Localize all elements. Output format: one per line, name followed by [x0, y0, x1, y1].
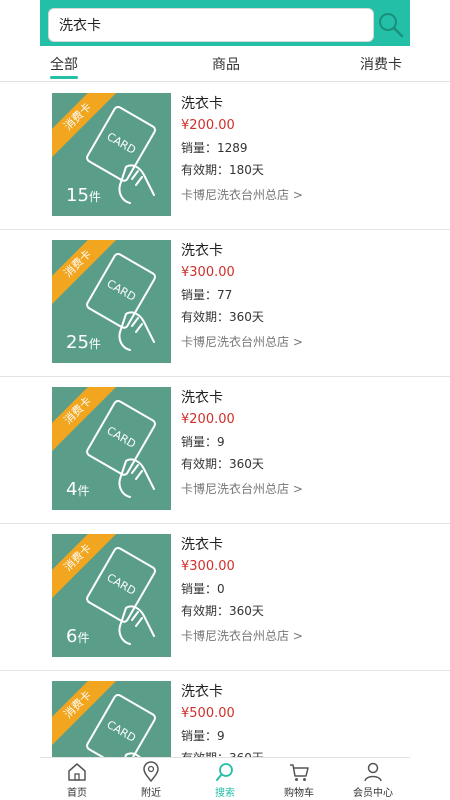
nav-cart[interactable]: 购物车 — [262, 758, 336, 800]
tab-all[interactable]: 全部 — [50, 54, 78, 74]
card-in-hand-icon: CARD — [86, 399, 156, 498]
store-link[interactable]: 卡博尼洗衣台州总店 > — [181, 477, 303, 501]
product-price: ¥200.00 — [181, 118, 235, 133]
list-item[interactable]: 消费卡 CARD 25件 洗衣卡 ¥300.00 销量：77 有效期：360天 … — [0, 230, 450, 377]
product-thumbnail[interactable]: 消费卡 CARD 15件 — [52, 93, 171, 216]
product-validity: 有效期：360天 — [181, 457, 264, 471]
nav-search[interactable]: 搜索 — [188, 758, 262, 800]
product-info: 洗衣卡 ¥500.00 销量：9 有效期：360天 — [181, 681, 264, 757]
product-info: 洗衣卡 ¥200.00 销量：1289 有效期：180天 卡博尼洗衣台州总店 > — [181, 93, 303, 207]
product-sales: 销量：9 — [181, 435, 225, 449]
nav-home-label: 首页 — [67, 788, 87, 799]
product-price: ¥300.00 — [181, 559, 235, 574]
quantity-label: 15件 — [66, 185, 101, 206]
product-thumbnail[interactable]: 消费卡 CARD 6件 — [52, 534, 171, 657]
nav-member-center[interactable]: 会员中心 — [336, 758, 410, 800]
nav-cart-label: 购物车 — [284, 788, 314, 799]
nav-nearby-label: 附近 — [141, 788, 161, 799]
nav-search-label: 搜索 — [215, 788, 235, 799]
quantity-label: 6件 — [66, 626, 90, 647]
quantity-label: 4件 — [66, 479, 90, 500]
product-thumbnail[interactable]: 消费卡 CARD — [52, 681, 171, 757]
product-sales: 销量：0 — [181, 582, 225, 596]
product-sales: 销量：77 — [181, 288, 233, 302]
card-text: CARD — [104, 424, 138, 451]
product-price: ¥300.00 — [181, 265, 235, 280]
list-item[interactable]: 消费卡 CARD 6件 洗衣卡 ¥300.00 销量：0 有效期：360天 卡博… — [0, 524, 450, 671]
store-link[interactable]: 卡博尼洗衣台州总店 > — [181, 330, 303, 354]
product-price: ¥200.00 — [181, 412, 235, 427]
store-link[interactable]: 卡博尼洗衣台州总店 > — [181, 624, 303, 648]
product-thumbnail[interactable]: 消费卡 CARD 25件 — [52, 240, 171, 363]
product-info: 洗衣卡 ¥300.00 销量：77 有效期：360天 卡博尼洗衣台州总店 > — [181, 240, 303, 354]
nav-member-center-label: 会员中心 — [353, 788, 393, 799]
product-name[interactable]: 洗衣卡 — [181, 93, 303, 115]
card-in-hand-icon: CARD — [86, 546, 156, 645]
product-name[interactable]: 洗衣卡 — [181, 681, 264, 703]
tab-goods[interactable]: 商品 — [212, 54, 240, 74]
product-list[interactable]: 消费卡 CARD 15件 洗衣卡 ¥200.00 销量：1289 有效期：180… — [0, 83, 450, 757]
tab-consumption-card[interactable]: 消费卡 — [360, 54, 402, 74]
product-validity: 有效期：360天 — [181, 747, 264, 757]
search-icon — [379, 13, 404, 38]
product-info: 洗衣卡 ¥300.00 销量：0 有效期：360天 卡博尼洗衣台州总店 > — [181, 534, 303, 648]
bottom-navigation: 首页 附近 搜索 购物车 会员中心 — [40, 757, 410, 800]
search-input[interactable] — [48, 8, 374, 42]
product-info: 洗衣卡 ¥200.00 销量：9 有效期：360天 卡博尼洗衣台州总店 > — [181, 387, 303, 501]
product-name[interactable]: 洗衣卡 — [181, 387, 303, 409]
active-tab-indicator — [50, 76, 78, 79]
card-text: CARD — [104, 130, 138, 157]
location-pin-icon — [143, 761, 159, 783]
card-in-hand-icon: CARD — [86, 693, 156, 757]
list-item[interactable]: 消费卡 CARD 15件 洗衣卡 ¥200.00 销量：1289 有效期：180… — [0, 83, 450, 230]
user-icon — [364, 762, 382, 782]
nav-nearby[interactable]: 附近 — [114, 758, 188, 800]
search-button[interactable] — [376, 10, 406, 40]
product-price: ¥500.00 — [181, 706, 235, 721]
product-name[interactable]: 洗衣卡 — [181, 534, 303, 556]
card-text: CARD — [104, 571, 138, 598]
store-link[interactable]: 卡博尼洗衣台州总店 > — [181, 183, 303, 207]
home-icon — [68, 763, 86, 781]
list-item[interactable]: 消费卡 CARD 洗衣卡 ¥500.00 销量：9 有效期：360天 — [0, 671, 450, 757]
card-text: CARD — [104, 718, 138, 745]
product-validity: 有效期：360天 — [181, 604, 264, 618]
filter-tabs: 全部 商品 消费卡 — [0, 46, 450, 82]
product-name[interactable]: 洗衣卡 — [181, 240, 303, 262]
product-thumbnail[interactable]: 消费卡 CARD 4件 — [52, 387, 171, 510]
product-sales: 销量：1289 — [181, 141, 248, 155]
product-sales: 销量：9 — [181, 729, 225, 743]
product-validity: 有效期：180天 — [181, 163, 264, 177]
search-icon — [216, 763, 233, 781]
quantity-label: 25件 — [66, 332, 101, 353]
shopping-cart-icon — [290, 764, 309, 781]
list-item[interactable]: 消费卡 CARD 4件 洗衣卡 ¥200.00 销量：9 有效期：360天 卡博… — [0, 377, 450, 524]
card-text: CARD — [104, 277, 138, 304]
product-validity: 有效期：360天 — [181, 310, 264, 324]
nav-home[interactable]: 首页 — [40, 758, 114, 800]
